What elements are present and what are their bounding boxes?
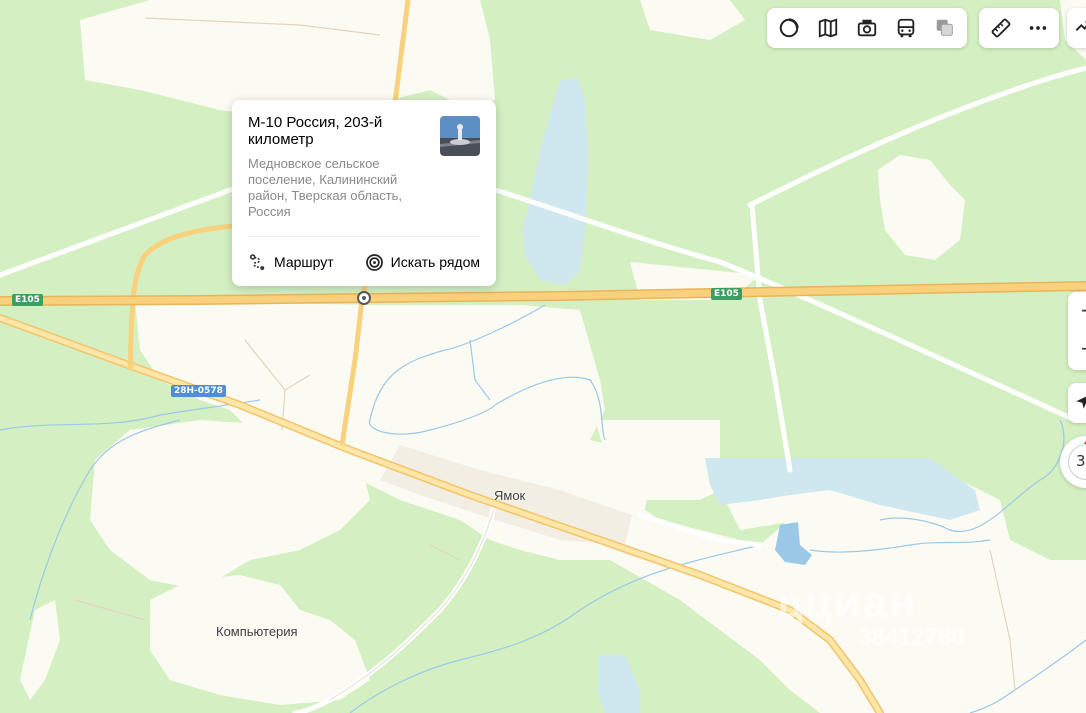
route-label: Маршрут (274, 254, 334, 270)
place-title: М-10 Россия, 203-й километр (248, 114, 383, 148)
share-button[interactable] (1067, 8, 1086, 48)
zoom-in-button[interactable]: + (1080, 298, 1086, 322)
bus-icon (897, 18, 915, 38)
geolocation-button[interactable] (1068, 383, 1086, 423)
watermark-logo: цциан (778, 578, 918, 628)
circle-layers-icon (780, 18, 800, 38)
more-button[interactable] (1022, 11, 1053, 45)
road-badge-e105-left: E105 (12, 294, 43, 306)
transport-button[interactable] (889, 11, 922, 45)
more-dots-icon (1029, 26, 1046, 30)
place-card: М-10 Россия, 203-й километр Медновское с… (232, 100, 496, 286)
map-type-button[interactable] (812, 11, 845, 45)
place-photo[interactable] (440, 116, 480, 156)
compass-value: 3 (1076, 452, 1086, 470)
panorama-button[interactable] (851, 11, 884, 45)
zoom-out-button[interactable]: − (1080, 336, 1086, 360)
map-tools-toolbar (979, 8, 1059, 48)
camera-icon (857, 19, 877, 37)
zoom-control: + − (1068, 292, 1086, 370)
squares-icon (936, 19, 953, 36)
ruler-button[interactable] (985, 11, 1016, 45)
watermark-number: 38412780 (858, 624, 965, 651)
map-canvas[interactable] (0, 0, 1086, 713)
road-badge-28n-0578: 28Н-0578 (171, 385, 226, 397)
route-button[interactable]: Маршрут (248, 253, 334, 272)
place-address: Медновское сельское поселение, Калининск… (248, 156, 403, 219)
navigation-arrow-icon (1076, 396, 1086, 409)
card-divider (248, 236, 480, 237)
map-layers-toolbar (767, 8, 967, 48)
share-icon (1075, 21, 1086, 31)
route-icon (249, 253, 265, 270)
place-label-village: Ямок (494, 488, 526, 503)
ruler-icon (991, 18, 1010, 38)
place-label-district: Компьютерия (216, 624, 298, 639)
overlay-button[interactable] (928, 11, 961, 45)
layers-button[interactable] (773, 11, 806, 45)
watermark-brand: циан (804, 578, 918, 627)
watermark-mark-icon: ц (778, 582, 805, 626)
location-marker-dot (362, 296, 366, 300)
search-nearby-button[interactable]: Искать рядом (365, 253, 480, 272)
search-nearby-label: Искать рядом (390, 254, 480, 270)
card-actions: Маршрут Искать рядом (248, 250, 480, 274)
target-icon (365, 253, 383, 271)
map-book-icon (819, 18, 838, 38)
road-badge-e105-right: E105 (711, 288, 742, 300)
place-photo-image (440, 116, 480, 156)
